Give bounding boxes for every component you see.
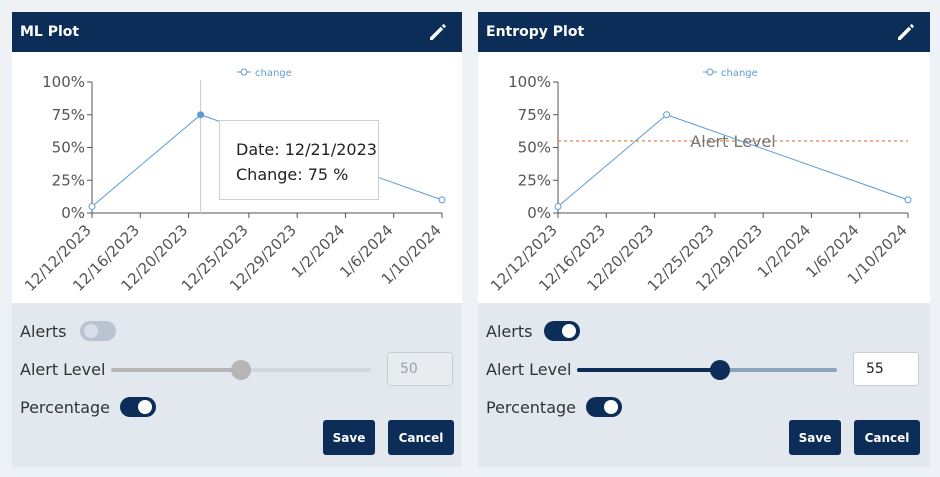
pencil-icon[interactable] [428, 22, 448, 42]
alert-level-slider[interactable] [111, 360, 371, 380]
chart-tooltip: Date: 12/21/2023 Change: 75 % [219, 120, 379, 200]
alert-level-label: Alert Level [20, 360, 106, 379]
y-tick-label: 0% [527, 204, 551, 222]
controls-panel: Alerts Alert Level Percentage Save Cance… [12, 303, 462, 467]
toggle-knob [84, 324, 98, 338]
toggle-knob [562, 324, 576, 338]
alert-level-input[interactable] [387, 352, 453, 386]
data-point-highlighted [197, 111, 205, 119]
save-button[interactable]: Save [789, 420, 841, 455]
cancel-button[interactable]: Cancel [388, 420, 454, 455]
toggle-knob [138, 400, 152, 414]
legend-marker [706, 68, 714, 76]
alerts-label: Alerts [20, 322, 67, 341]
alerts-label: Alerts [486, 322, 533, 341]
entropy-chart: 0% 25% 50% 75% 100% 12/12/2023 12/16/2023 12/20… [478, 52, 930, 303]
tooltip-date: Date: 12/21/2023 [236, 140, 377, 159]
entropy-plot-card: Entropy Plot 0% 25% 50% 75% 100% 12/12/2023 12… [478, 12, 930, 467]
slider-fill [577, 368, 720, 372]
cancel-button[interactable]: Cancel [854, 420, 920, 455]
alerts-toggle[interactable] [544, 321, 580, 341]
alert-level-slider[interactable] [577, 360, 837, 380]
pencil-icon[interactable] [896, 22, 916, 42]
card-header: Entropy Plot [478, 12, 930, 52]
legend-label: change [255, 68, 292, 79]
y-tick-label: 100% [508, 73, 551, 91]
controls-panel: Alerts Alert Level Percentage Save Cance… [478, 303, 930, 467]
data-point [663, 111, 671, 119]
y-tick-label: 25% [518, 171, 551, 189]
alert-level-label: Alert Level [486, 360, 572, 379]
y-tick-label: 50% [518, 139, 551, 157]
series-line [557, 114, 909, 207]
y-tick-label: 0% [61, 204, 85, 222]
y-tick-label: 100% [42, 73, 85, 91]
percentage-toggle[interactable] [120, 397, 156, 417]
alert-level-input[interactable] [853, 352, 919, 386]
tooltip-change: Change: 75 % [236, 165, 349, 184]
data-point [88, 202, 96, 210]
card-header: ML Plot [12, 12, 462, 52]
y-tick-label: 50% [52, 139, 85, 157]
y-tick-label: 25% [52, 171, 85, 189]
data-point [438, 196, 446, 204]
save-button[interactable]: Save [323, 420, 375, 455]
percentage-label: Percentage [486, 398, 577, 417]
slider-thumb[interactable] [710, 360, 730, 380]
legend-marker [240, 68, 248, 76]
slider-fill [111, 368, 241, 372]
ml-plot-card: ML Plot 0% 25% 50% 75% 100% 12/12/2023 12/16/2… [12, 12, 462, 467]
toggle-knob [604, 400, 618, 414]
alerts-toggle[interactable] [80, 321, 116, 341]
y-tick-label: 75% [52, 106, 85, 124]
percentage-toggle[interactable] [586, 397, 622, 417]
slider-thumb[interactable] [231, 360, 251, 380]
card-title: Entropy Plot [486, 24, 585, 40]
percentage-label: Percentage [20, 398, 111, 417]
data-point [554, 202, 562, 210]
data-point [904, 196, 912, 204]
legend-label: change [721, 68, 758, 79]
alert-threshold-label: Alert Level [690, 132, 775, 151]
card-title: ML Plot [20, 24, 80, 40]
y-tick-label: 75% [518, 106, 551, 124]
